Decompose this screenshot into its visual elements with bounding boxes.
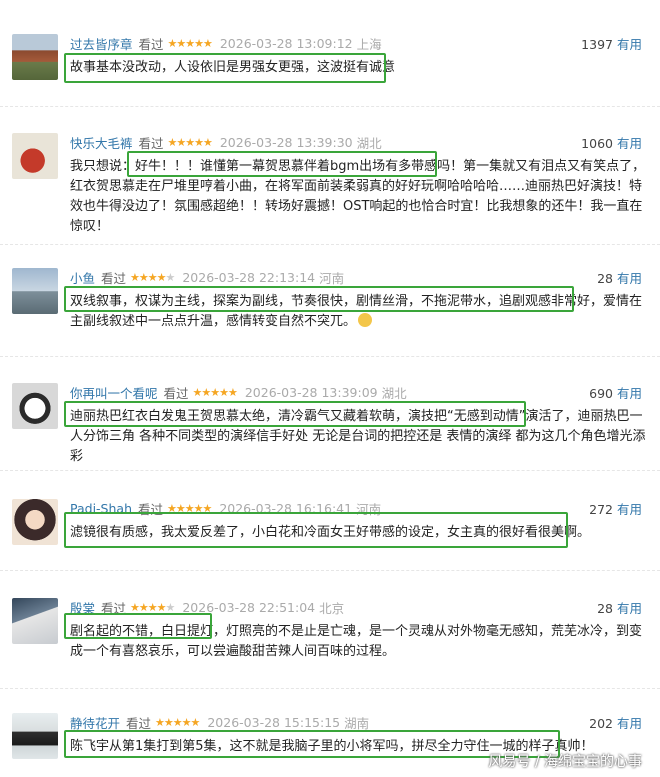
- useful-votes: 28 有用: [597, 598, 642, 617]
- vote-count: 690: [589, 386, 613, 401]
- vote-count: 1397: [581, 37, 613, 52]
- location: 河南: [356, 501, 382, 517]
- useful-votes: 1397 有用: [581, 34, 642, 53]
- avatar[interactable]: [12, 383, 58, 429]
- location: 河南: [319, 270, 345, 286]
- vote-count: 272: [589, 502, 613, 517]
- review-text: 故事基本没改动，人设依旧是男强女更强，这波挺有诚意: [70, 60, 396, 75]
- vote-count: 202: [589, 716, 613, 731]
- review-text: 剧名起的不错，白日提灯，灯照亮的不是止是亡魂，是一个灵魂从对外物毫无感知，荒芜冰…: [70, 624, 643, 659]
- avatar[interactable]: [12, 133, 58, 179]
- location: 上海: [356, 36, 382, 52]
- vote-count: 1060: [581, 136, 613, 151]
- timestamp: 2026-03-28 16:16:41: [219, 500, 353, 516]
- divider: [0, 244, 660, 245]
- timestamp: 2026-03-28 13:09:12: [219, 35, 353, 51]
- location: 湖北: [381, 385, 407, 401]
- username[interactable]: 殷棠: [70, 598, 95, 617]
- rating-stars: ★★★★★: [130, 270, 175, 284]
- location: 湖北: [356, 135, 382, 151]
- review-text: 滤镜很有质感，我太爱反差了，小白花和冷面女王好带感的设定，女主真的很好看很美啊。: [70, 525, 591, 540]
- rating-stars: ★★★★★: [130, 600, 175, 614]
- watch-status: 看过: [138, 36, 164, 52]
- avatar[interactable]: [12, 499, 58, 545]
- useful-votes: 28 有用: [597, 268, 642, 287]
- avatar[interactable]: [12, 713, 58, 759]
- divider: [0, 470, 660, 471]
- timestamp: 2026-03-28 22:13:14: [182, 269, 316, 285]
- divider: [0, 570, 660, 571]
- avatar[interactable]: [12, 34, 58, 80]
- review-text: 迪丽热巴红衣白发鬼王贺思慕太绝，清冷霸气又藏着软萌，演技把“无感到动情”演活了，…: [70, 409, 646, 464]
- username[interactable]: Padi-Shah: [70, 501, 132, 516]
- rating-stars: ★★★★★: [167, 501, 212, 515]
- username[interactable]: 过去皆序章: [70, 34, 133, 53]
- timestamp: 2026-03-28 13:39:09: [244, 384, 378, 400]
- watch-status: 看过: [163, 385, 189, 401]
- useful-votes: 272 有用: [589, 499, 642, 518]
- useful-button[interactable]: 有用: [617, 502, 642, 517]
- useful-votes: 690 有用: [589, 383, 642, 402]
- username[interactable]: 小鱼: [70, 268, 95, 287]
- useful-button[interactable]: 有用: [617, 716, 642, 731]
- rating-stars: ★★★★★: [155, 715, 200, 729]
- watch-status: 看过: [138, 135, 164, 151]
- location: 北京: [319, 600, 345, 616]
- review-text: 双线叙事，权谋为主线，探案为副线，节奏很快，剧情丝滑，不拖泥带水，追剧观感非常好…: [70, 292, 646, 332]
- timestamp: 2026-03-28 15:15:15: [207, 714, 341, 730]
- useful-votes: 202 有用: [589, 713, 642, 732]
- rating-stars: ★★★★★: [192, 385, 238, 399]
- vote-count: 28: [597, 601, 613, 616]
- useful-button[interactable]: 有用: [617, 136, 642, 151]
- useful-votes: 1060 有用: [581, 133, 642, 152]
- location: 湖南: [344, 715, 370, 731]
- smile-emoji-icon: [358, 313, 373, 327]
- review-text-content: 双线叙事，权谋为主线，探案为副线，节奏很快，剧情丝滑，不拖泥带水，追剧观感非常好…: [70, 294, 643, 329]
- watch-status: 看过: [126, 715, 152, 731]
- divider: [0, 106, 660, 107]
- watch-status: 看过: [138, 501, 164, 517]
- review-text: 我只想说：好牛！！！谁懂第一幕贺思慕伴着bgm出场有多带感吗！第一集就又有泪点又…: [70, 159, 646, 234]
- username[interactable]: 快乐大毛裤: [70, 133, 133, 152]
- watermark: 风易号 / 海绵宝宝的心事: [488, 754, 642, 770]
- rating-stars: ★★★★★: [167, 36, 213, 50]
- useful-button[interactable]: 有用: [617, 386, 642, 401]
- username[interactable]: 你再叫一个看呢: [70, 383, 158, 402]
- watch-status: 看过: [101, 270, 127, 286]
- avatar[interactable]: [12, 598, 58, 644]
- useful-button[interactable]: 有用: [617, 601, 642, 616]
- watch-status: 看过: [101, 600, 127, 616]
- rating-stars: ★★★★★: [167, 135, 213, 149]
- divider: [0, 688, 660, 689]
- timestamp: 2026-03-28 22:51:04: [182, 599, 316, 615]
- timestamp: 2026-03-28 13:39:30: [219, 134, 353, 150]
- vote-count: 28: [597, 271, 613, 286]
- divider: [0, 356, 660, 357]
- useful-button[interactable]: 有用: [617, 271, 642, 286]
- useful-button[interactable]: 有用: [617, 37, 642, 52]
- username[interactable]: 静待花开: [70, 713, 120, 732]
- avatar[interactable]: [12, 268, 58, 314]
